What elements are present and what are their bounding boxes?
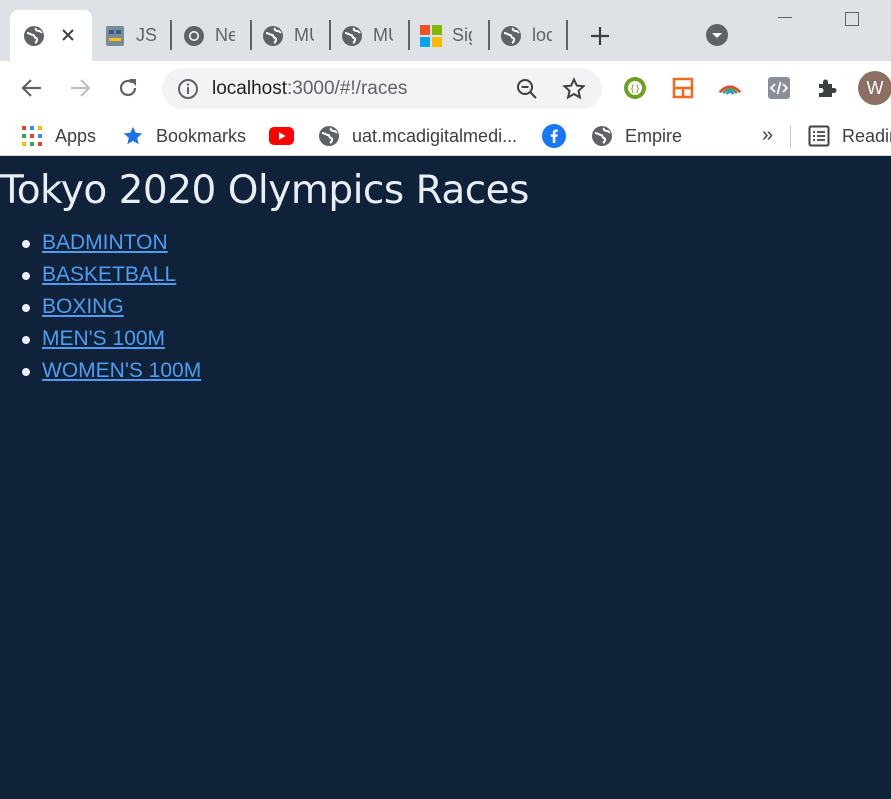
bookmark-label: Empire bbox=[625, 125, 683, 146]
race-link-boxing[interactable]: BOXING bbox=[42, 295, 124, 318]
bookmark-empire[interactable]: Empire bbox=[591, 124, 682, 148]
bookmark-star-icon[interactable] bbox=[562, 77, 586, 101]
tab-title: MU bbox=[294, 25, 314, 45]
svg-text:{}: {} bbox=[630, 85, 641, 95]
url-host: localhost bbox=[212, 78, 287, 99]
list-item: BADMINTON bbox=[21, 230, 201, 262]
list-item: WOMEN'S 100M bbox=[21, 358, 201, 390]
code-extension-icon[interactable] bbox=[767, 76, 791, 100]
youtube-icon bbox=[269, 125, 294, 147]
maximize-window-icon[interactable] bbox=[845, 12, 859, 26]
bookmark-bookmarks[interactable]: Bookmarks bbox=[122, 124, 246, 148]
apps-grid-icon bbox=[21, 125, 43, 147]
url-text[interactable]: localhost:3000/#!/races bbox=[212, 78, 407, 100]
chrome-icon bbox=[183, 25, 205, 47]
tab-js[interactable]: JS bbox=[104, 10, 156, 61]
globe-icon bbox=[23, 25, 45, 47]
tab-divider bbox=[408, 20, 410, 50]
tab-search-icon[interactable] bbox=[706, 24, 728, 46]
race-link-badminton[interactable]: BADMINTON bbox=[42, 231, 168, 254]
star-icon bbox=[122, 125, 144, 147]
tab-title: Ne bbox=[215, 25, 235, 45]
url-path: :3000/#!/races bbox=[287, 78, 408, 99]
tab-divider bbox=[329, 20, 331, 50]
bookmark-uat-mcadigitalmedia[interactable]: uat.mcadigitalmedi... bbox=[318, 124, 517, 148]
rainbow-extension-icon[interactable] bbox=[718, 76, 742, 100]
bookmark-apps[interactable]: Apps bbox=[21, 124, 96, 148]
races-list: BADMINTON BASKETBALL BOXING MEN'S 100M W… bbox=[21, 230, 201, 390]
tab-mu-2[interactable]: MU bbox=[341, 10, 393, 61]
tab-divider bbox=[170, 20, 172, 50]
address-bar[interactable]: localhost:3000/#!/races bbox=[162, 68, 602, 109]
list-item: MEN'S 100M bbox=[21, 326, 201, 358]
profile-avatar[interactable]: W bbox=[858, 71, 891, 105]
bookmark-label: Readin bbox=[842, 125, 891, 146]
bookmarks-divider bbox=[790, 126, 791, 148]
server-icon bbox=[104, 25, 126, 47]
bookmark-reading-list[interactable]: Readin bbox=[808, 124, 891, 148]
layout-extension-icon[interactable] bbox=[671, 76, 695, 100]
tab-mu-1[interactable]: MU bbox=[262, 10, 314, 61]
json-extension-icon[interactable]: {} bbox=[623, 76, 647, 100]
race-link-womens-100m[interactable]: WOMEN'S 100M bbox=[42, 359, 201, 382]
globe-icon bbox=[262, 25, 284, 47]
tab-sign-in[interactable]: Sig bbox=[420, 10, 472, 61]
tab-ne[interactable]: Ne bbox=[183, 10, 235, 61]
extensions-puzzle-icon[interactable] bbox=[815, 76, 839, 100]
minimize-window-icon[interactable] bbox=[778, 17, 792, 18]
bookmark-label: uat.mcadigitalmedi... bbox=[352, 125, 518, 146]
browser-toolbar: localhost:3000/#!/races {} W bbox=[0, 61, 891, 116]
globe-icon bbox=[500, 25, 522, 47]
tab-divider bbox=[566, 20, 568, 50]
tab-strip: JS Ne MU MU Sig loc bbox=[0, 0, 891, 61]
page-title: Tokyo 2020 Olympics Races bbox=[0, 168, 530, 213]
tab-title: JS bbox=[136, 25, 156, 45]
site-info-icon[interactable] bbox=[177, 78, 199, 100]
bookmark-label: Bookmarks bbox=[156, 125, 247, 146]
race-link-mens-100m[interactable]: MEN'S 100M bbox=[42, 327, 165, 350]
tab-title: MU bbox=[373, 25, 393, 45]
tab-divider bbox=[250, 20, 252, 50]
list-item: BOXING bbox=[21, 294, 201, 326]
tab-localhost-races[interactable] bbox=[10, 10, 92, 61]
bookmarks-bar: Apps Bookmarks uat.mcadigitalmedi... Emp… bbox=[0, 116, 891, 156]
list-item: BASKETBALL bbox=[21, 262, 201, 294]
tab-title: Sig bbox=[452, 25, 472, 45]
bookmark-youtube[interactable] bbox=[269, 124, 294, 148]
back-arrow-icon[interactable] bbox=[19, 75, 45, 101]
close-tab-icon[interactable] bbox=[58, 25, 78, 45]
facebook-icon bbox=[542, 124, 566, 148]
globe-icon bbox=[318, 125, 340, 147]
tab-title: loc bbox=[532, 25, 552, 45]
zoom-out-icon[interactable] bbox=[515, 77, 539, 101]
forward-arrow-icon[interactable] bbox=[67, 75, 93, 101]
globe-icon bbox=[591, 125, 613, 147]
reading-list-icon bbox=[808, 125, 830, 147]
new-tab-plus-icon[interactable] bbox=[588, 24, 612, 48]
bookmark-label: Apps bbox=[55, 125, 97, 146]
page-content: Tokyo 2020 Olympics Races BADMINTON BASK… bbox=[0, 164, 891, 799]
globe-icon bbox=[341, 25, 363, 47]
reload-icon[interactable] bbox=[115, 75, 141, 101]
race-link-basketball[interactable]: BASKETBALL bbox=[42, 263, 176, 286]
tab-localhost[interactable]: loc bbox=[500, 10, 552, 61]
tab-divider bbox=[488, 20, 490, 50]
bookmark-facebook[interactable] bbox=[542, 124, 566, 148]
bookmarks-overflow-chevron[interactable]: » bbox=[762, 124, 773, 147]
microsoft-icon bbox=[420, 24, 442, 47]
